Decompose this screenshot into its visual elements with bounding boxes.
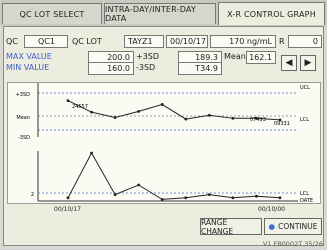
lower-lcl-label: LCL bbox=[300, 191, 309, 197]
lower-series-point bbox=[90, 151, 93, 155]
annotation-3: 09331 bbox=[274, 121, 290, 127]
chart-svg: +3SD Mean -3SD UCL LCL 24557 07493 09331… bbox=[16, 83, 313, 204]
qc-code-field[interactable]: QC1 bbox=[24, 35, 68, 48]
mean-label: Mean bbox=[224, 52, 246, 61]
upper-label-mean: Mean bbox=[16, 115, 30, 121]
lower-series-point bbox=[160, 198, 164, 201]
min-value-label: MIN VALUE bbox=[6, 63, 50, 72]
annotation-2: 07493 bbox=[250, 117, 266, 123]
value-field[interactable]: 170 ng/mL bbox=[210, 35, 276, 48]
control-chart: +3SD Mean -3SD UCL LCL 24557 07493 09331… bbox=[7, 82, 321, 204]
date-axis-label: DATE bbox=[300, 198, 313, 204]
r-field[interactable]: 0 bbox=[288, 35, 322, 48]
footer-status: V1 FB0002T 35/26 bbox=[262, 240, 323, 248]
lower-series-point bbox=[66, 196, 70, 200]
date-field[interactable]: 00/10/17 bbox=[166, 35, 208, 48]
qc-label: QC bbox=[6, 37, 18, 46]
upper-label-minus3sd: -3SD bbox=[18, 135, 30, 141]
bottom-bar: RANGE CHANGE ● CONTINUE bbox=[6, 218, 322, 236]
qc-lot-label: QC LOT bbox=[72, 37, 102, 46]
ucl-label: UCL bbox=[300, 85, 310, 91]
plus3sd-label: +3SD bbox=[136, 52, 160, 61]
info-row: QC QC1 QC LOT TAYZ1 00/10/17 170 ng/mL R… bbox=[6, 35, 322, 49]
tab-xr-control-graph[interactable]: X-R CONTROL GRAPH bbox=[218, 2, 325, 25]
sd-value: T34.9 bbox=[195, 64, 218, 73]
annotation-1: 24557 bbox=[72, 104, 88, 110]
lower-series-point bbox=[207, 193, 211, 196]
max-value-label: MAX VALUE bbox=[6, 52, 52, 61]
lower-series-point bbox=[231, 196, 235, 200]
lower-series-point bbox=[278, 196, 282, 200]
sd-field[interactable]: T34.9 bbox=[178, 62, 222, 75]
upper-series-point bbox=[90, 110, 93, 114]
upper-label-plus3sd: +3SD bbox=[16, 92, 31, 98]
continue-icon: ● bbox=[268, 222, 276, 231]
upper-series-point bbox=[184, 117, 188, 121]
upper-series-point bbox=[160, 103, 164, 106]
lower-series-point bbox=[184, 196, 188, 200]
upper-series-point bbox=[113, 116, 117, 119]
x-start-label: 00/10/17 bbox=[54, 206, 81, 213]
value-display: 170 ng/mL bbox=[229, 37, 272, 46]
next-arrow-button[interactable]: ▶ bbox=[300, 55, 316, 71]
lcl-label: LCL bbox=[300, 117, 309, 123]
lower-series-point bbox=[255, 194, 258, 198]
upper-series-point bbox=[137, 109, 141, 113]
tab-intra-inter-day-data[interactable]: INTRA-DAY/INTER-DAY DATA bbox=[104, 3, 216, 24]
upper-series-line bbox=[67, 100, 281, 121]
range-change-button[interactable]: RANGE CHANGE bbox=[200, 218, 262, 236]
date-value: 00/10/17 bbox=[170, 37, 206, 46]
upper-series-point bbox=[66, 99, 70, 102]
tab-bar: QC LOT SELECT INTRA-DAY/INTER-DAY DATA X… bbox=[0, 0, 327, 26]
lower-y-label-2: 2 bbox=[31, 192, 34, 198]
mean-value-field[interactable]: 162.1 bbox=[246, 51, 276, 64]
upper-series-point bbox=[207, 113, 211, 117]
x-end-label: 00/10/00 bbox=[258, 206, 285, 213]
min-value-field[interactable]: 160.0 bbox=[88, 62, 134, 75]
r-label: R bbox=[279, 37, 285, 46]
minus3sd-label: -3SD bbox=[136, 63, 156, 72]
max-value: 200.0 bbox=[107, 53, 130, 62]
upper-series-point bbox=[231, 116, 235, 120]
tab-qc-lot-select[interactable]: QC LOT SELECT bbox=[2, 3, 102, 24]
min-value: 160.0 bbox=[107, 64, 130, 73]
continue-button[interactable]: ● CONTINUE bbox=[264, 218, 322, 235]
lower-series-point bbox=[137, 183, 141, 187]
lower-series-point bbox=[113, 193, 117, 196]
mean-value: 162.1 bbox=[249, 53, 272, 62]
qc-code-value: QC1 bbox=[38, 37, 55, 46]
continue-label: CONTINUE bbox=[278, 222, 318, 231]
r-value: 0 bbox=[312, 37, 318, 46]
prev-arrow-button[interactable]: ◀ bbox=[281, 55, 297, 71]
arrow-right-icon: ▶ bbox=[304, 58, 312, 68]
analyte-field[interactable]: TAYZ1 bbox=[124, 35, 164, 48]
lower-series-line bbox=[67, 151, 281, 200]
mean-field-value: 189.3 bbox=[195, 53, 218, 62]
analyte-value: TAYZ1 bbox=[128, 37, 153, 46]
arrow-left-icon: ◀ bbox=[285, 58, 293, 68]
